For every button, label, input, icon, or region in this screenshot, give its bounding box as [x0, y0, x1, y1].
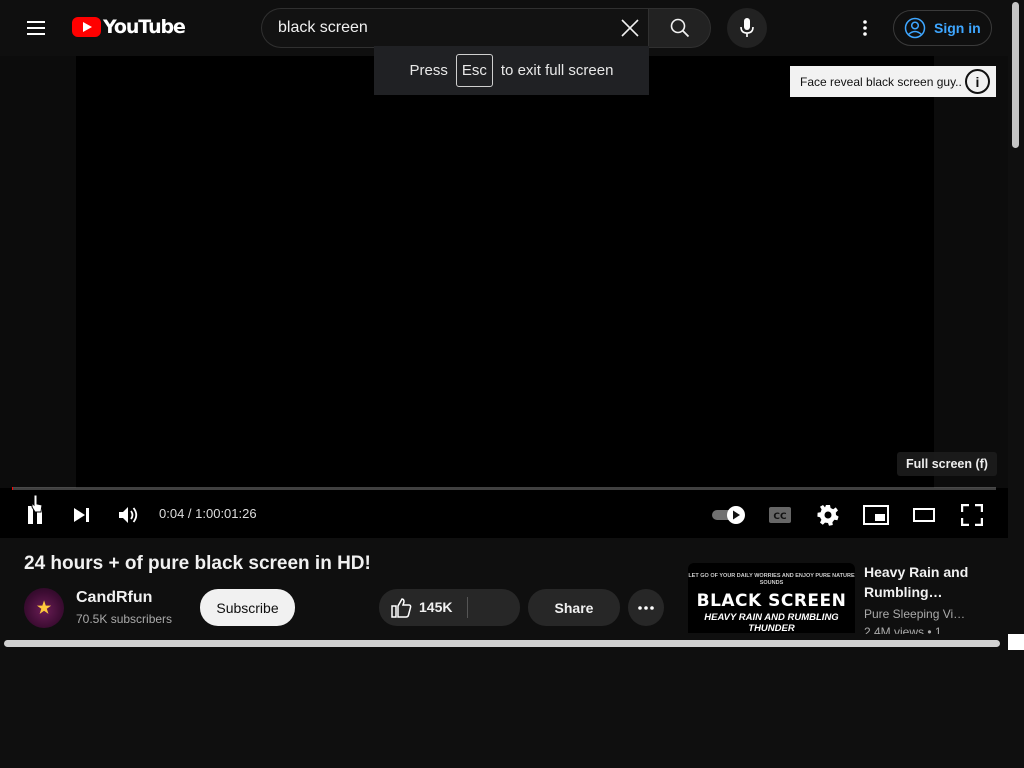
share-button[interactable]: Share	[528, 589, 620, 626]
info-icon[interactable]: i	[965, 69, 990, 94]
sign-in-button[interactable]: Sign in	[893, 10, 992, 46]
fullscreen-button[interactable]	[952, 492, 992, 538]
like-button[interactable]: 145K	[379, 589, 467, 626]
player-letterbox-right	[934, 56, 1008, 488]
like-count: 145K	[419, 599, 453, 615]
next-video-button[interactable]	[64, 492, 100, 538]
video-title: 24 hours + of pure black screen in HD!	[24, 553, 371, 574]
scrollbar-corner	[1008, 634, 1024, 650]
toast-suffix: to exit full screen	[500, 62, 614, 79]
toast-prefix: Press	[409, 62, 448, 79]
search-button[interactable]	[648, 8, 711, 48]
info-card-teaser[interactable]: Face reveal black screen guy.. i	[790, 66, 996, 97]
hand-cursor-icon	[31, 494, 43, 514]
video-player[interactable]	[0, 56, 1008, 538]
share-label: Share	[554, 599, 594, 616]
voice-search-button[interactable]	[727, 8, 767, 48]
horizontal-scrollbar-thumb[interactable]	[4, 640, 1000, 647]
video-surface[interactable]	[76, 56, 934, 488]
esc-key: Esc	[455, 54, 493, 87]
channel-avatar[interactable]: ★	[24, 588, 64, 628]
vertical-scrollbar[interactable]	[1008, 0, 1024, 634]
theater-mode-icon	[913, 508, 935, 522]
exit-fullscreen-toast: Press Esc to exit full screen	[374, 46, 649, 95]
thumbnail-caption-big: BLACK SCREEN	[696, 591, 847, 611]
microphone-icon	[740, 18, 754, 37]
horizontal-scrollbar[interactable]	[0, 636, 1008, 650]
search-input[interactable]	[278, 19, 608, 37]
subscribe-button[interactable]: Subscribe	[200, 589, 295, 626]
autoplay-toggle[interactable]	[708, 492, 750, 538]
svg-text:CC: CC	[773, 512, 787, 522]
fullscreen-tooltip: Full screen (f)	[897, 452, 997, 476]
autoplay-toggle-icon	[712, 506, 745, 524]
gear-icon	[817, 505, 839, 526]
youtube-logo[interactable]: YouTube	[72, 16, 186, 38]
card-teaser-text: Face reveal black screen guy..	[800, 74, 962, 89]
dislike-button[interactable]	[468, 589, 520, 626]
guide-menu-button[interactable]	[20, 12, 52, 44]
time-display: 0:04 / 1:00:01:26	[159, 506, 257, 521]
avatar-glyph-icon: ★	[36, 600, 52, 617]
clear-search-button[interactable]	[614, 12, 646, 44]
account-circle-icon	[904, 17, 926, 39]
recommendation-meta: 2.4M views • 1	[864, 625, 942, 634]
volume-icon	[119, 507, 138, 523]
subscriber-count: 70.5K subscribers	[76, 612, 173, 626]
more-actions-button[interactable]	[628, 589, 664, 626]
vertical-dots-icon	[863, 20, 867, 36]
mute-button[interactable]	[110, 492, 148, 538]
theater-mode-button[interactable]	[904, 492, 944, 538]
thumbnail-caption-small: LET GO OF YOUR DAILY WORRIES AND ENJOY P…	[688, 573, 855, 586]
thumbnail-caption-sub: HEAVY RAIN AND RUMBLING THUNDER	[704, 612, 839, 633]
sign-in-label: Sign in	[934, 20, 981, 36]
close-icon	[621, 19, 639, 37]
closed-captions-icon: CC	[769, 507, 791, 523]
subtitles-button[interactable]: CC	[760, 492, 800, 538]
settings-more-button[interactable]	[849, 12, 881, 44]
logo-text: YouTube	[103, 16, 186, 38]
search-icon	[670, 18, 689, 38]
miniplayer-button[interactable]	[856, 492, 896, 538]
search-box	[261, 8, 649, 48]
settings-button[interactable]	[808, 492, 848, 538]
like-dislike-group: 145K	[379, 589, 520, 626]
skip-next-icon	[74, 508, 89, 522]
miniplayer-icon	[863, 505, 889, 525]
player-letterbox-left	[0, 56, 76, 488]
hamburger-icon	[27, 21, 45, 35]
horizontal-dots-icon	[638, 605, 654, 610]
page-below-fold	[0, 636, 1024, 768]
exit-fullscreen-icon	[961, 504, 983, 526]
recommendation-thumbnail[interactable]: LET GO OF YOUR DAILY WORRIES AND ENJOY P…	[688, 563, 855, 633]
progress-bar[interactable]	[12, 487, 996, 490]
player-controls: 0:04 / 1:00:01:26 CC	[0, 492, 1008, 538]
vertical-scrollbar-thumb[interactable]	[1012, 2, 1019, 148]
thumbs-up-icon	[391, 598, 412, 618]
channel-name[interactable]: CandRfun	[76, 589, 152, 607]
youtube-play-logo-icon	[72, 17, 101, 37]
recommendation-channel: Pure Sleeping Vi…	[864, 607, 966, 621]
recommendation-title[interactable]: Heavy Rain and Rumbling…	[864, 562, 992, 602]
